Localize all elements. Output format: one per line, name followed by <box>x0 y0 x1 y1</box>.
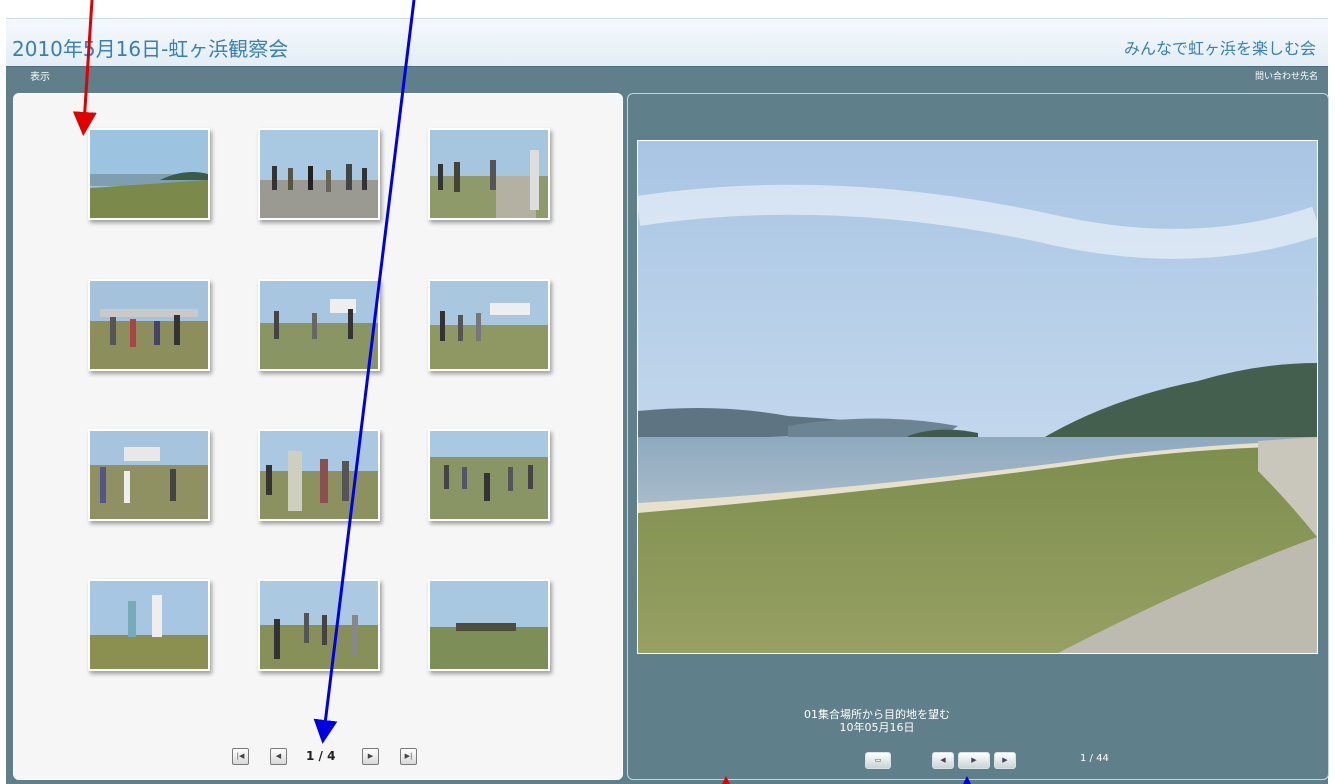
thumbnail-image <box>260 431 378 519</box>
photo-gallery-app: 2010年5月16日-虹ヶ浜観察会 みんなで虹ヶ浜を楽しむ会 表示 問い合わせ先… <box>0 0 1335 784</box>
next-page-icon: ▶ <box>367 752 374 760</box>
thumbnail-11[interactable] <box>258 579 380 671</box>
thumbnail-1[interactable] <box>88 128 210 220</box>
thumbnail-3[interactable] <box>428 128 550 220</box>
previous-page-button[interactable]: ◀ <box>270 748 287 765</box>
display-link[interactable]: 表示 <box>30 68 50 83</box>
thumbnail-image <box>430 281 548 369</box>
thumbnail-10[interactable] <box>88 579 210 671</box>
thumbnail-image <box>260 281 378 369</box>
thumbnail-pager: |◀ ◀ 1 / 4 ▶ ▶| <box>0 748 621 770</box>
page-indicator: 1 / 4 <box>306 749 336 763</box>
prev-page-icon: ◀ <box>275 752 282 760</box>
thumbnail-8[interactable] <box>258 429 380 521</box>
caption-date: 10年05月16日 <box>839 721 915 734</box>
next-page-button[interactable]: ▶ <box>362 748 379 765</box>
fullscreen-icon: ▭ <box>874 756 882 764</box>
main-photo-image <box>638 141 1317 653</box>
thumbnail-image <box>90 130 208 218</box>
sub-navigation-bar: 表示 問い合わせ先名 <box>6 66 1328 85</box>
play-slideshow-button[interactable]: ▶ <box>958 752 990 769</box>
previous-photo-button[interactable]: ◀ <box>932 752 954 769</box>
organization-name: みんなで虹ヶ浜を楽しむ会 <box>1123 39 1316 58</box>
thumbnail-image <box>430 431 548 519</box>
caption-title: 01集合場所から目的地を望む <box>804 708 950 721</box>
last-page-button[interactable]: ▶| <box>400 748 417 765</box>
header-bar: 2010年5月16日-虹ヶ浜観察会 みんなで虹ヶ浜を楽しむ会 <box>6 18 1328 69</box>
thumbnail-9[interactable] <box>428 429 550 521</box>
thumbnail-image <box>90 581 208 669</box>
photo-caption: 01集合場所から目的地を望む 10年05月16日 <box>627 708 1127 734</box>
previous-icon: ◀ <box>940 756 946 764</box>
fullscreen-button[interactable]: ▭ <box>865 752 891 769</box>
thumbnail-4[interactable] <box>88 279 210 371</box>
first-page-button[interactable]: |◀ <box>232 748 249 765</box>
thumbnail-image <box>90 431 208 519</box>
photo-counter: 1 / 44 <box>1080 753 1109 764</box>
thumbnail-6[interactable] <box>428 279 550 371</box>
play-icon: ▶ <box>971 756 977 764</box>
thumbnail-image <box>260 130 378 218</box>
thumbnail-image <box>430 581 548 669</box>
next-photo-button[interactable]: ▶ <box>994 752 1016 769</box>
main-photo[interactable] <box>637 140 1318 654</box>
thumbnail-7[interactable] <box>88 429 210 521</box>
thumbnail-12[interactable] <box>428 579 550 671</box>
first-page-icon: |◀ <box>236 752 245 760</box>
next-icon: ▶ <box>1002 756 1008 764</box>
gallery-title: 2010年5月16日-虹ヶ浜観察会 <box>12 37 289 61</box>
thumbnail-image <box>430 130 548 218</box>
thumbnail-image <box>260 581 378 669</box>
thumbnail-image <box>90 281 208 369</box>
contact-link[interactable]: 問い合わせ先名 <box>1255 69 1318 82</box>
thumbnail-5[interactable] <box>258 279 380 371</box>
thumbnail-2[interactable] <box>258 128 380 220</box>
last-page-icon: ▶| <box>404 752 413 760</box>
